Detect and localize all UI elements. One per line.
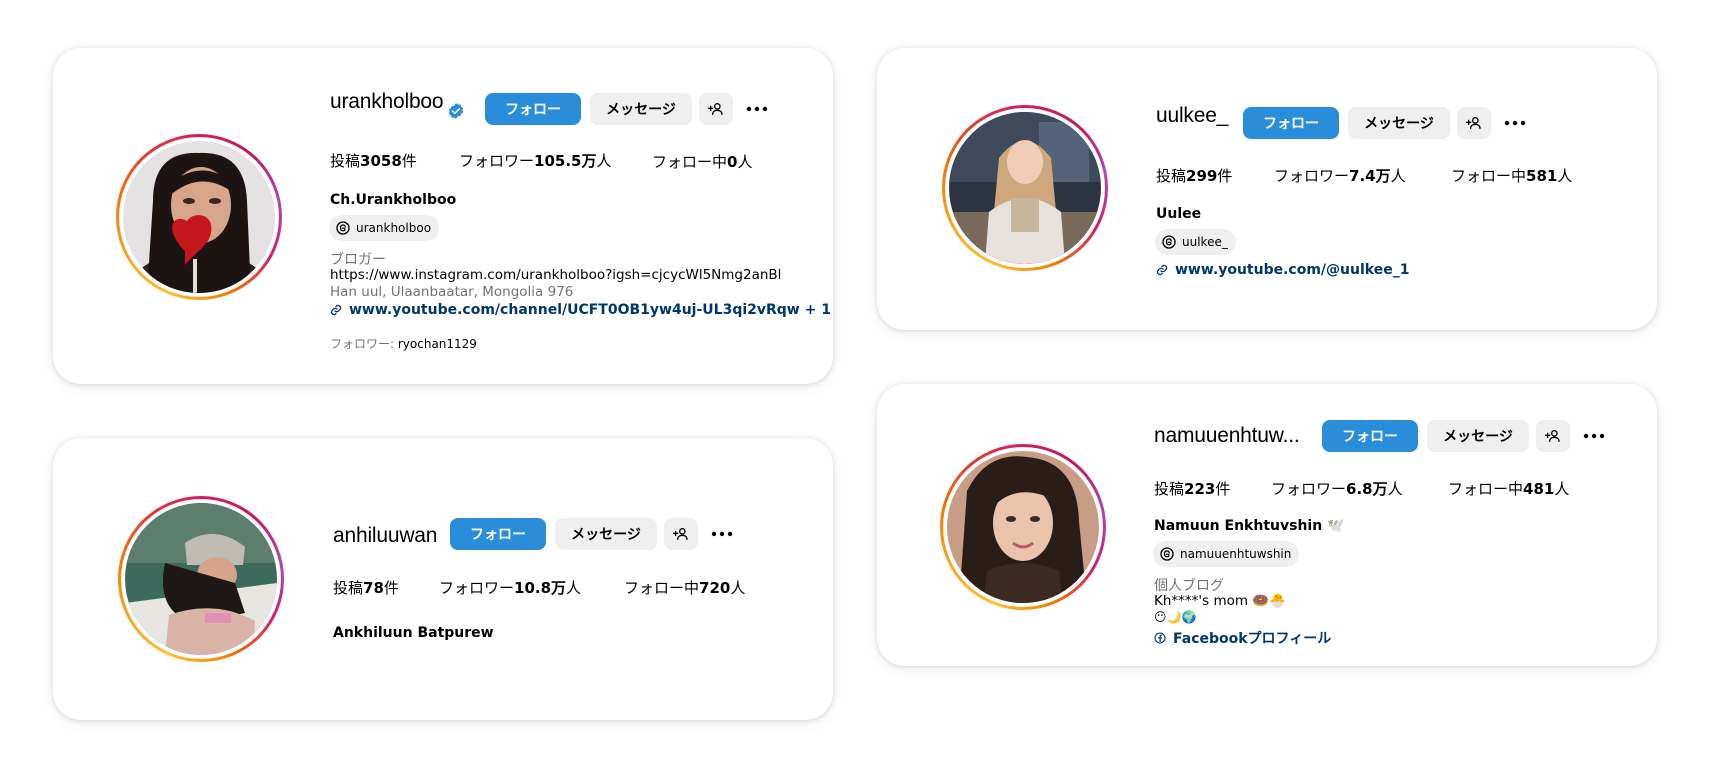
following-count[interactable]: フォロー中720人 xyxy=(624,577,745,598)
add-person-icon xyxy=(708,103,723,115)
full-name: Ch.Urankholboo xyxy=(330,192,457,208)
suggest-user-button[interactable] xyxy=(664,518,698,550)
full-name: Namuun Enkhtuvshin 🕊️ xyxy=(1154,518,1345,534)
avatar[interactable] xyxy=(949,112,1101,264)
following-count[interactable]: フォロー中581人 xyxy=(1451,165,1572,186)
following-count[interactable]: フォロー中0人 xyxy=(652,151,752,172)
followers-count[interactable]: フォロワー10.8万人 xyxy=(439,577,581,598)
add-person-icon xyxy=(1545,430,1560,442)
profile-card-anhiluuwan: anhiluuwan フォロー メッセージ 投稿78件 フォロワー10.8万人 … xyxy=(53,438,833,720)
follow-button[interactable]: フォロー xyxy=(1243,107,1339,139)
category-label: 個人ブログ xyxy=(1154,578,1224,594)
threads-badge[interactable]: namuuenhtuwshin xyxy=(1153,541,1300,567)
posts-count: 投稿223件 xyxy=(1154,480,1231,498)
more-options-button[interactable] xyxy=(709,518,735,550)
message-button[interactable]: メッセージ xyxy=(1427,420,1529,452)
avatar-ring xyxy=(118,496,284,662)
full-name: Uulee xyxy=(1156,206,1202,222)
avatar-ring xyxy=(940,444,1106,610)
avatar[interactable] xyxy=(123,141,275,293)
profile-card-namuuenhtuwshin: namuuenhtuw... フォロー メッセージ 投稿223件 フォロワー6.… xyxy=(877,384,1657,666)
more-options-button[interactable] xyxy=(1581,420,1607,452)
avatar-ring xyxy=(942,105,1108,271)
threads-icon xyxy=(1162,235,1176,249)
message-button[interactable]: メッセージ xyxy=(555,518,657,550)
verified-badge-icon xyxy=(448,103,464,119)
posts-count: 投稿299件 xyxy=(1156,167,1233,185)
bio-line: 😶🌙🌍 xyxy=(1154,610,1197,624)
follow-button[interactable]: フォロー xyxy=(485,93,581,125)
threads-badge[interactable]: urankholboo xyxy=(329,215,440,241)
avatar[interactable] xyxy=(947,451,1099,603)
category-label: ブロガー xyxy=(330,252,386,268)
add-person-icon xyxy=(1466,117,1481,129)
more-dots-icon xyxy=(1504,120,1526,126)
more-dots-icon xyxy=(1583,433,1605,439)
following-count[interactable]: フォロー中481人 xyxy=(1448,478,1569,499)
username: uulkee_ xyxy=(1156,104,1229,127)
more-dots-icon xyxy=(746,106,768,112)
follow-button[interactable]: フォロー xyxy=(1322,420,1418,452)
follow-button[interactable]: フォロー xyxy=(450,518,546,550)
location: Han uul, Ulaanbaatar, Mongolia 976 xyxy=(330,284,574,300)
followers-count[interactable]: フォロワー7.4万人 xyxy=(1274,165,1406,186)
external-link[interactable]: www.youtube.com/@uulkee_1 xyxy=(1156,262,1409,278)
profile-card-uulkee: uulkee_ フォロー メッセージ 投稿299件 フォロワー7.4万人 フォロ… xyxy=(877,48,1657,330)
threads-badge[interactable]: uulkee_ xyxy=(1155,229,1236,255)
add-person-icon xyxy=(673,528,688,540)
more-dots-icon xyxy=(711,531,733,537)
profile-card-urankholboo: urankholboo フォロー メッセージ 投稿3058件 フォロワー105.… xyxy=(53,48,833,384)
threads-icon xyxy=(336,221,350,235)
link-icon xyxy=(1156,264,1168,276)
suggest-user-button[interactable] xyxy=(699,93,733,125)
message-button[interactable]: メッセージ xyxy=(1348,107,1450,139)
avatar[interactable] xyxy=(125,503,277,655)
followers-count[interactable]: フォロワー105.5万人 xyxy=(459,150,611,171)
followers-count[interactable]: フォロワー6.8万人 xyxy=(1271,478,1403,499)
posts-count: 投稿78件 xyxy=(333,579,399,597)
message-button[interactable]: メッセージ xyxy=(590,93,692,125)
external-link[interactable]: www.youtube.com/channel/UCFT0OB1yw4uj-UL… xyxy=(330,302,831,318)
facebook-profile-link[interactable]: Facebookプロフィール xyxy=(1154,628,1331,648)
suggest-user-button[interactable] xyxy=(1457,107,1491,139)
bio-line: https://www.instagram.com/urankholboo?ig… xyxy=(330,267,782,283)
more-options-button[interactable] xyxy=(1502,107,1528,139)
username: anhiluuwan xyxy=(333,524,438,547)
username: namuuenhtuw... xyxy=(1154,424,1300,447)
followed-by[interactable]: フォロワー: ryochan1129 xyxy=(330,335,477,352)
suggest-user-button[interactable] xyxy=(1536,420,1570,452)
more-options-button[interactable] xyxy=(744,93,770,125)
bio-line: Kh****'s mom 🍩🐣 xyxy=(1154,593,1286,609)
avatar-ring xyxy=(116,134,282,300)
posts-count: 投稿3058件 xyxy=(330,152,417,170)
link-icon xyxy=(330,304,342,316)
threads-icon xyxy=(1160,547,1174,561)
full-name: Ankhiluun Batpurew xyxy=(333,625,494,641)
facebook-icon xyxy=(1154,632,1166,644)
username: urankholboo xyxy=(330,90,444,113)
